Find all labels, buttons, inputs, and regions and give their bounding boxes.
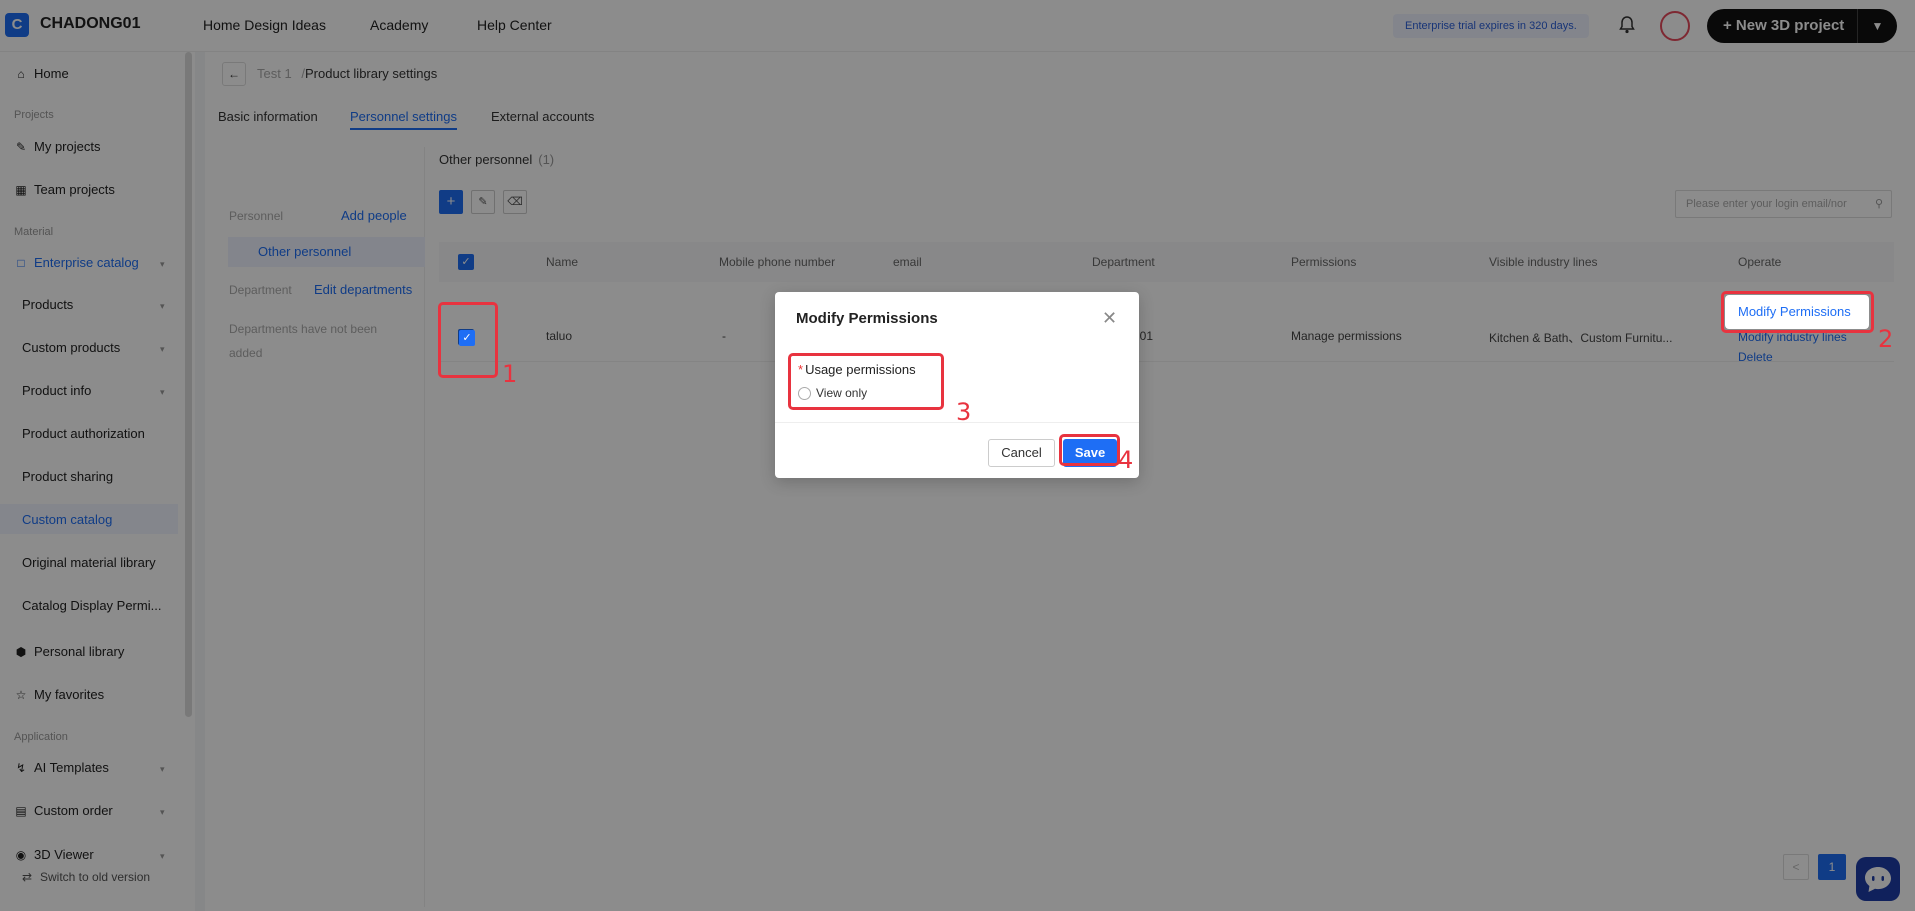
cancel-button[interactable]: Cancel: [988, 439, 1055, 467]
annotation-number-2: 2: [1878, 325, 1894, 353]
annotation-number-1: 1: [502, 360, 518, 388]
dialog-title: Modify Permissions: [796, 310, 938, 327]
annotation-box-4: [1059, 434, 1120, 466]
annotation-box-2: [1721, 291, 1874, 333]
annotation-box-1: [438, 302, 498, 378]
annotation-number-4: 4: [1118, 446, 1134, 474]
annotation-number-3: 3: [956, 398, 972, 426]
annotation-box-3: [788, 353, 944, 410]
close-icon[interactable]: ✕: [1102, 308, 1117, 329]
